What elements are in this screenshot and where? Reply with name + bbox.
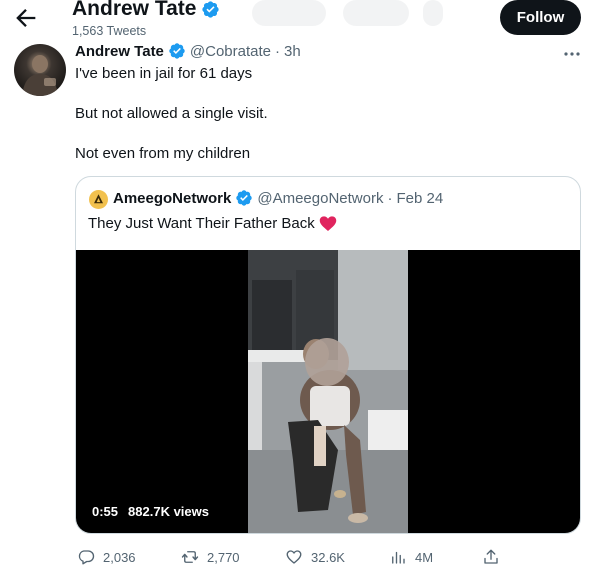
profile-header: Andrew Tate — [72, 0, 220, 21]
video-still — [248, 250, 408, 533]
quoted-tweet-card[interactable]: AmeegoNetwork @AmeegoNetwork · Feb 24 Th… — [75, 176, 581, 534]
tweet-author-row: Andrew Tate @Cobratate · 3h — [75, 42, 301, 60]
author-name[interactable]: Andrew Tate — [75, 43, 164, 60]
more-icon — [564, 52, 580, 56]
like-button[interactable]: 32.6K — [285, 548, 345, 566]
network-logo-icon — [94, 194, 103, 204]
retweet-count: 2,770 — [207, 549, 240, 565]
like-icon — [286, 550, 302, 564]
more-button[interactable] — [563, 44, 581, 56]
quote-avatar[interactable] — [89, 190, 108, 209]
views-button[interactable]: 4M — [389, 548, 433, 566]
header-overlay-button — [423, 0, 443, 26]
reply-button[interactable]: 2,036 — [77, 548, 136, 566]
verified-badge-icon — [169, 43, 185, 59]
avatar[interactable] — [14, 44, 66, 96]
share-button[interactable] — [482, 548, 500, 566]
arrow-left-icon — [16, 9, 36, 27]
follow-button[interactable]: Follow — [500, 0, 581, 35]
avatar-photo — [22, 55, 58, 96]
header-overlay-button — [343, 0, 409, 26]
quote-text-row: They Just Want Their Father Back — [88, 215, 337, 232]
reply-icon — [78, 550, 95, 565]
quote-author-handle[interactable]: @AmeegoNetwork — [257, 190, 383, 207]
share-icon — [484, 549, 498, 564]
video-meta: 0:55 882.7K views — [92, 504, 209, 519]
tweet-text-line: Not even from my children — [75, 145, 251, 162]
tweet-count: 1,563 Tweets — [72, 24, 147, 38]
verified-badge-icon — [202, 0, 220, 18]
like-count: 32.6K — [311, 549, 345, 565]
retweet-button[interactable]: 2,770 — [181, 548, 240, 566]
video-views: 882.7K views — [128, 504, 209, 519]
author-handle[interactable]: @Cobratate — [190, 43, 271, 60]
header-overlay-button — [252, 0, 326, 26]
separator-dot: · — [387, 189, 393, 207]
tweet-time[interactable]: 3h — [284, 43, 301, 60]
analytics-icon — [392, 551, 405, 564]
page-title: Andrew Tate — [72, 0, 197, 20]
reply-count: 2,036 — [103, 549, 136, 565]
separator-dot: · — [275, 42, 281, 60]
quote-date[interactable]: Feb 24 — [396, 190, 443, 207]
views-count: 4M — [415, 549, 434, 565]
quote-author-name[interactable]: AmeegoNetwork — [113, 190, 231, 207]
quote-author-row: AmeegoNetwork @AmeegoNetwork · Feb 24 — [113, 189, 443, 207]
video-player[interactable]: 0:55 882.7K views — [76, 250, 580, 533]
back-button[interactable] — [12, 4, 40, 32]
video-duration: 0:55 — [92, 504, 119, 519]
retweet-icon — [181, 551, 199, 563]
quote-text: They Just Want Their Father Back — [88, 215, 315, 232]
video-frame — [248, 250, 408, 533]
heart-icon — [319, 216, 337, 231]
verified-badge-icon — [236, 190, 253, 206]
tweet-text-line: I've been in jail for 61 days — [75, 65, 253, 82]
tweet-text-line: But not allowed a single visit. — [75, 105, 268, 122]
